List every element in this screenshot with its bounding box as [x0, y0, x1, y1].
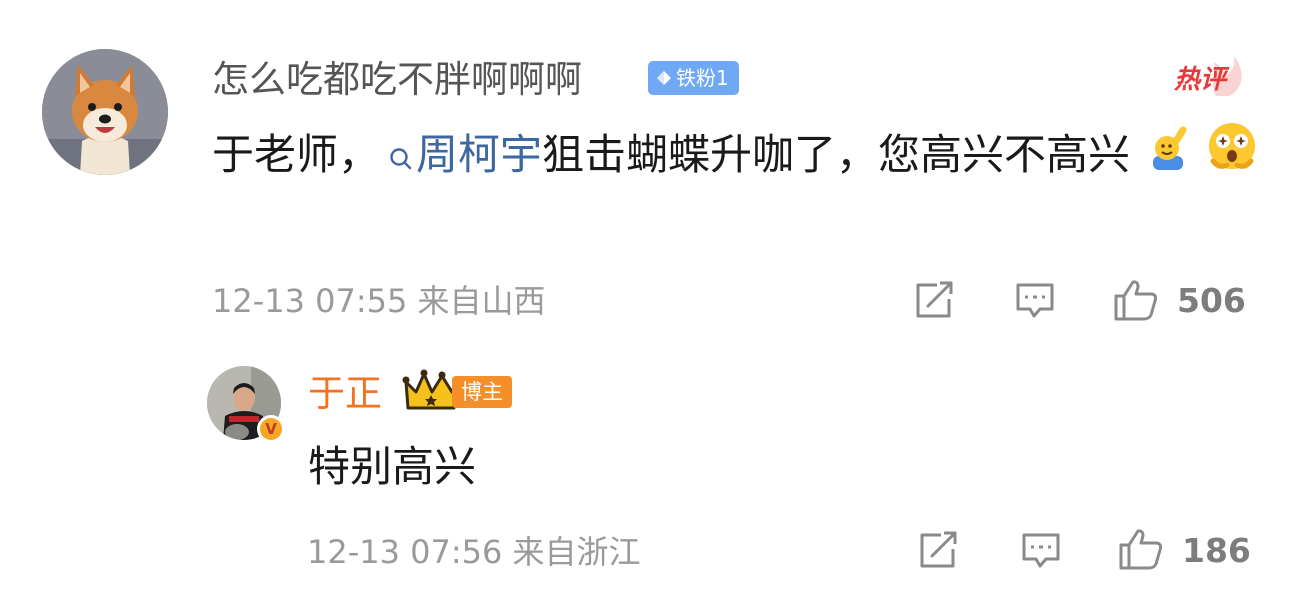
fan-level-badge[interactable]: 铁粉1 [648, 61, 739, 95]
comment-meta: 12-13 07:55 来自山西 [212, 281, 546, 321]
diamond-icon [657, 71, 671, 85]
blogger-badge: 博主 [452, 376, 512, 408]
comment-text-prefix: 于老师， [212, 130, 381, 179]
comment-timestamp: 12-13 07:55 [212, 282, 408, 320]
commenter-avatar[interactable] [42, 49, 168, 175]
share-icon[interactable] [913, 281, 955, 321]
commenter-username[interactable]: 怎么吃都吃不胖啊啊啊 [212, 57, 582, 103]
verified-mark: V [260, 418, 282, 440]
reply-icon[interactable] [1014, 281, 1056, 321]
raising-hand-emoji [1143, 121, 1191, 195]
hot-comment-tag: 热评 [1170, 50, 1250, 100]
reply-like-icon[interactable] [1118, 527, 1163, 570]
reply-comment-icon[interactable] [1020, 531, 1062, 571]
fan-badge-label: 铁粉1 [676, 66, 729, 90]
reply-text: 特别高兴 [308, 442, 477, 491]
reply-meta: 12-13 07:56 来自浙江 [307, 532, 641, 572]
hot-tag-label: 热评 [1173, 65, 1230, 95]
reply-share-icon[interactable] [917, 531, 959, 571]
comment-location: 来自山西 [417, 282, 546, 320]
comment-text-suffix: 狙击蝴蝶升咖了，您高兴不高兴 [542, 130, 1131, 179]
topic-link[interactable]: 周柯宇 [416, 130, 542, 179]
blogger-username[interactable]: 于正 [308, 371, 382, 417]
like-icon[interactable] [1113, 278, 1158, 321]
like-count: 506 [1177, 281, 1246, 320]
verified-badge: V [257, 415, 285, 443]
reply-location: 来自浙江 [512, 533, 641, 571]
search-icon [388, 121, 414, 195]
comment-text: 于老师， 周柯宇狙击蝴蝶升咖了，您高兴不高兴 [212, 118, 1262, 196]
reply-timestamp: 12-13 07:56 [307, 533, 503, 571]
sparkly-eyes-emoji [1205, 119, 1259, 196]
reply-like-count: 186 [1182, 531, 1251, 570]
